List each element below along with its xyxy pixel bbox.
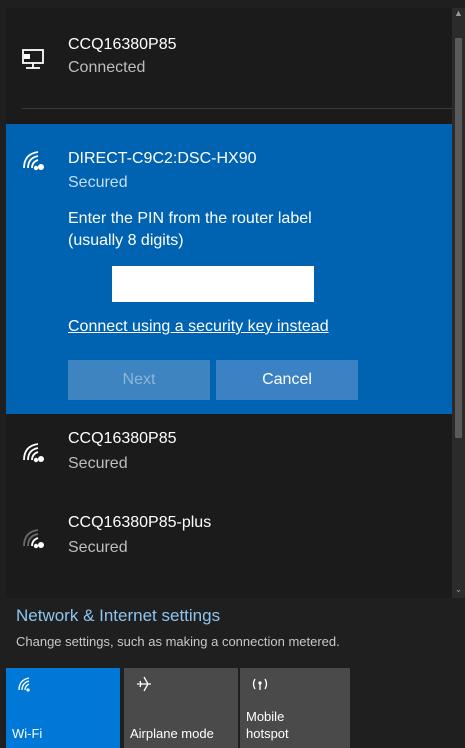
divider: [22, 108, 452, 109]
network-status: Secured: [68, 539, 128, 556]
network-item-wired[interactable]: CCQ16380P85 Connected: [6, 8, 452, 108]
pin-prompt-line1: Enter the PIN from the router label: [68, 210, 312, 227]
network-name: CCQ16380P85: [68, 36, 177, 53]
network-item[interactable]: CCQ16380P85-plus Secured: [6, 504, 452, 584]
network-settings: Network & Internet settings Change setti…: [0, 598, 465, 668]
scrollbar[interactable]: ▲ ⌄: [452, 8, 465, 598]
ethernet-icon: [22, 49, 44, 69]
network-status: Connected: [68, 59, 146, 76]
tile-label: Wi-Fi: [12, 726, 43, 741]
network-flyout: CCQ16380P85 Connected DIRECT-C9C2:DSC-HX…: [0, 0, 465, 748]
scroll-up-icon[interactable]: ▲: [454, 8, 463, 18]
network-name: DIRECT-C9C2:DSC-HX90: [68, 150, 257, 167]
wifi-toggle[interactable]: Wi-Fi: [6, 668, 120, 748]
network-settings-link[interactable]: Network & Internet settings: [16, 606, 220, 626]
scrollbar-thumb[interactable]: [455, 38, 462, 438]
next-button[interactable]: Next: [68, 360, 210, 400]
tile-label: Airplane mode: [130, 726, 214, 741]
wifi-secured-icon: [23, 443, 44, 463]
cancel-button[interactable]: Cancel: [216, 360, 358, 400]
tile-label: Mobile hotspot: [246, 708, 289, 742]
wifi-icon: [18, 677, 30, 692]
network-status: Secured: [68, 455, 128, 472]
tile-label-line1: Mobile: [246, 709, 285, 724]
network-item-expanded[interactable]: DIRECT-C9C2:DSC-HX90 Secured Enter the P…: [6, 124, 452, 414]
network-name: CCQ16380P85: [68, 430, 177, 447]
hotspot-icon: [252, 678, 268, 690]
network-settings-description: Change settings, such as making a connec…: [16, 634, 340, 649]
pin-prompt-line2: (usually 8 digits): [68, 232, 184, 249]
wifi-secured-icon: [23, 151, 44, 171]
security-key-link[interactable]: Connect using a security key instead: [68, 318, 329, 336]
network-name: CCQ16380P85-plus: [68, 514, 212, 531]
tile-label-line2: hotspot: [246, 726, 289, 741]
pin-prompt: Enter the PIN from the router label (usu…: [68, 208, 398, 252]
mobile-hotspot-toggle[interactable]: Mobile hotspot: [240, 668, 350, 748]
wifi-weak-secured-icon: [23, 529, 44, 549]
network-item[interactable]: CCQ16380P85 Secured: [6, 418, 452, 498]
quick-actions: Wi-Fi Airplane mode Mobile hotspot: [0, 668, 465, 748]
network-status: Secured: [68, 174, 128, 191]
airplane-mode-toggle[interactable]: Airplane mode: [124, 668, 238, 748]
scroll-down-icon[interactable]: ⌄: [454, 584, 463, 594]
pin-input[interactable]: [112, 266, 314, 302]
airplane-icon: [137, 676, 151, 692]
network-list: CCQ16380P85 Connected DIRECT-C9C2:DSC-HX…: [6, 8, 452, 598]
